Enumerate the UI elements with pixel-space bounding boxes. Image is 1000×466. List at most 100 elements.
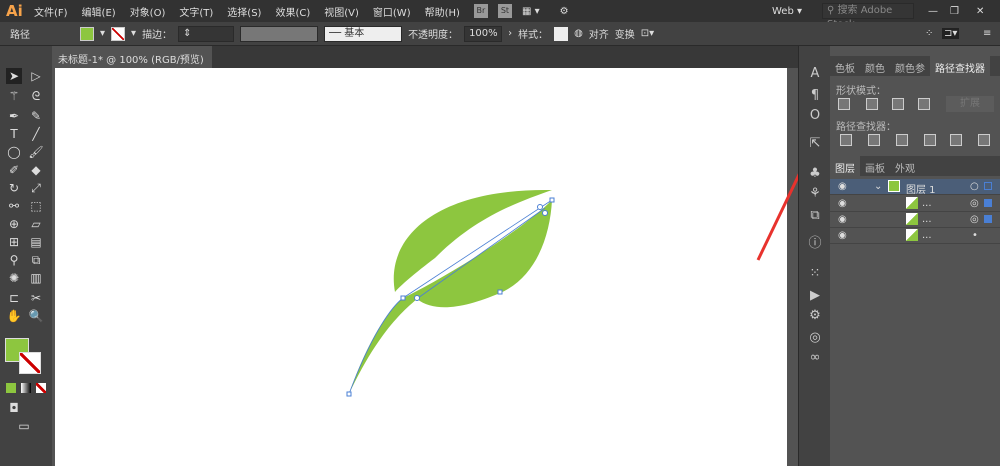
selection-indicator[interactable] [984, 199, 992, 207]
free-transform-icon[interactable]: ⬚ [28, 198, 44, 214]
trim-button[interactable] [868, 134, 880, 146]
eraser-tool-icon[interactable]: ◆ [28, 162, 44, 178]
unite-button[interactable] [838, 98, 850, 110]
visibility-eye-icon[interactable]: ◉ [838, 230, 847, 241]
sublayer-row[interactable]: ◉ ... • [830, 228, 1000, 244]
links-icon[interactable]: ∞ [807, 350, 823, 366]
type-tool-icon[interactable]: T [6, 126, 22, 142]
lasso-icon[interactable]: ᘓ [28, 88, 44, 104]
selection-indicator[interactable] [984, 215, 992, 223]
target-icon[interactable]: ◎ [970, 198, 979, 209]
item-name[interactable]: ... [922, 198, 932, 209]
document-tab[interactable]: 未标题-1* @ 100% (RGB/预览) × [52, 46, 212, 77]
expand-chevron-icon[interactable]: ⌄ [874, 181, 882, 192]
tab-color-guide[interactable]: 颜色参 [890, 56, 930, 76]
export-icon[interactable]: ⇱ [807, 136, 823, 152]
symbol-sprayer-icon[interactable]: ✺ [6, 270, 22, 286]
shaper-tool-icon[interactable]: ✐ [6, 162, 22, 178]
screen-mode-icon[interactable]: ▭ [16, 418, 32, 434]
blend-tool-icon[interactable]: ⧉ [28, 252, 44, 268]
panel-toggle-icon[interactable]: ⊐▾ [942, 28, 960, 39]
magic-wand-icon[interactable]: ⚚ [6, 88, 22, 104]
artboard[interactable] [55, 68, 787, 466]
stroke-color-box[interactable] [19, 352, 41, 374]
item-name[interactable]: ... [922, 230, 932, 241]
opentype-icon[interactable]: O [807, 108, 823, 124]
close-button[interactable]: ✕ [976, 6, 984, 17]
visibility-eye-icon[interactable]: ◉ [838, 214, 847, 225]
draw-mode-icon[interactable]: ◘ [6, 400, 22, 416]
arrange-icon[interactable]: ▦ ▾ [522, 6, 540, 17]
sublayer-row[interactable]: ◉ ... ◎ [830, 212, 1000, 228]
rotate-tool-icon[interactable]: ↻ [6, 180, 22, 196]
visibility-eye-icon[interactable]: ◉ [838, 181, 847, 192]
pen-tool-icon[interactable]: ✒ [6, 108, 22, 124]
tab-layers[interactable]: 图层 [830, 156, 860, 176]
menu-edit[interactable]: 编辑(E) [82, 4, 116, 19]
visibility-eye-icon[interactable]: ◉ [838, 198, 847, 209]
divide-button[interactable] [840, 134, 852, 146]
minimize-button[interactable]: — [928, 6, 938, 17]
stock-button[interactable]: St [497, 4, 512, 18]
crop-button[interactable] [924, 134, 936, 146]
recolor-icon[interactable]: ◍ [574, 28, 583, 39]
selection-indicator[interactable] [984, 182, 992, 190]
artboards-icon[interactable]: ⧉ [807, 208, 823, 224]
tab-appearance[interactable]: 外观 [890, 156, 920, 176]
graph-tool-icon[interactable]: ▥ [28, 270, 44, 286]
scale-tool-icon[interactable]: ⤢ [28, 180, 44, 196]
target-icon[interactable]: • [972, 230, 978, 241]
menu-select[interactable]: 选择(S) [227, 4, 261, 19]
bridge-button[interactable]: Br [473, 4, 488, 18]
settings-icon[interactable]: ⚙ [807, 308, 823, 324]
stroke-swatch[interactable] [111, 26, 126, 41]
gpu-icon[interactable]: ⚙ [560, 6, 569, 17]
brush-definition[interactable]: ── 基本 [324, 25, 403, 42]
menu-help[interactable]: 帮助(H) [425, 4, 460, 19]
style-swatch[interactable] [554, 26, 569, 41]
none-mode-button[interactable] [36, 383, 46, 393]
tab-swatches[interactable]: 色板 [830, 56, 860, 76]
tab-pathfinder[interactable]: 路径查找器 [930, 56, 990, 76]
align-panel-icon[interactable]: ⁙ [807, 266, 823, 282]
fill-swatch[interactable] [80, 26, 94, 41]
align-button[interactable]: 对齐 [589, 26, 609, 41]
minus-front-button[interactable] [866, 98, 878, 110]
gradient-mode-button[interactable] [21, 383, 31, 393]
width-tool-icon[interactable]: ⚯ [6, 198, 22, 214]
shape-builder-icon[interactable]: ⊕ [6, 216, 22, 232]
intersect-button[interactable] [892, 98, 904, 110]
zoom-tool-icon[interactable]: 🔍 [28, 308, 44, 324]
item-name[interactable]: ... [922, 214, 932, 225]
exclude-button[interactable] [918, 98, 930, 110]
restore-button[interactable]: ❐ [950, 6, 959, 17]
layer-row[interactable]: ◉ ⌄ 图层 1 ○ [830, 179, 1000, 196]
symbols-icon[interactable]: ♣ [807, 166, 823, 182]
fill-dropdown[interactable]: ▾ [100, 28, 105, 39]
stock-search-input[interactable]: ⚲ 搜索 Adobe Stock [822, 3, 914, 30]
brush-tool-icon[interactable]: 🖌 [28, 144, 44, 160]
actions-icon[interactable]: ▶ [807, 288, 823, 304]
opacity-input[interactable]: 100% [464, 25, 503, 42]
line-tool-icon[interactable]: ╱ [28, 126, 44, 142]
hand-tool-icon[interactable]: ✋ [6, 308, 22, 324]
paragraph-icon[interactable]: ¶ [807, 88, 823, 104]
isolate-icon[interactable]: ⊡▾ [641, 28, 654, 39]
opacity-arrow[interactable]: › [508, 28, 512, 39]
sublayer-row[interactable]: ◉ ... ◎ [830, 196, 1000, 212]
merge-button[interactable] [896, 134, 908, 146]
direct-selection-tool-icon[interactable]: ▷ [28, 68, 44, 84]
eyedropper-icon[interactable]: ⚲ [6, 252, 22, 268]
stroke-weight-input[interactable]: ⇕ [178, 25, 235, 42]
gradient-tool-icon[interactable]: ▤ [28, 234, 44, 250]
artboard-tool-icon[interactable]: ⊏ [6, 290, 22, 306]
target-icon[interactable]: ○ [970, 181, 979, 192]
leaf-artwork[interactable] [55, 68, 787, 466]
tab-artboards[interactable]: 画板 [860, 156, 890, 176]
menu-view[interactable]: 视图(V) [324, 4, 359, 19]
menu-type[interactable]: 文字(T) [179, 4, 213, 19]
menu-file[interactable]: 文件(F) [34, 4, 68, 19]
perspective-icon[interactable]: ▱ [28, 216, 44, 232]
menu-object[interactable]: 对象(O) [130, 4, 166, 19]
menu-effect[interactable]: 效果(C) [275, 4, 310, 19]
